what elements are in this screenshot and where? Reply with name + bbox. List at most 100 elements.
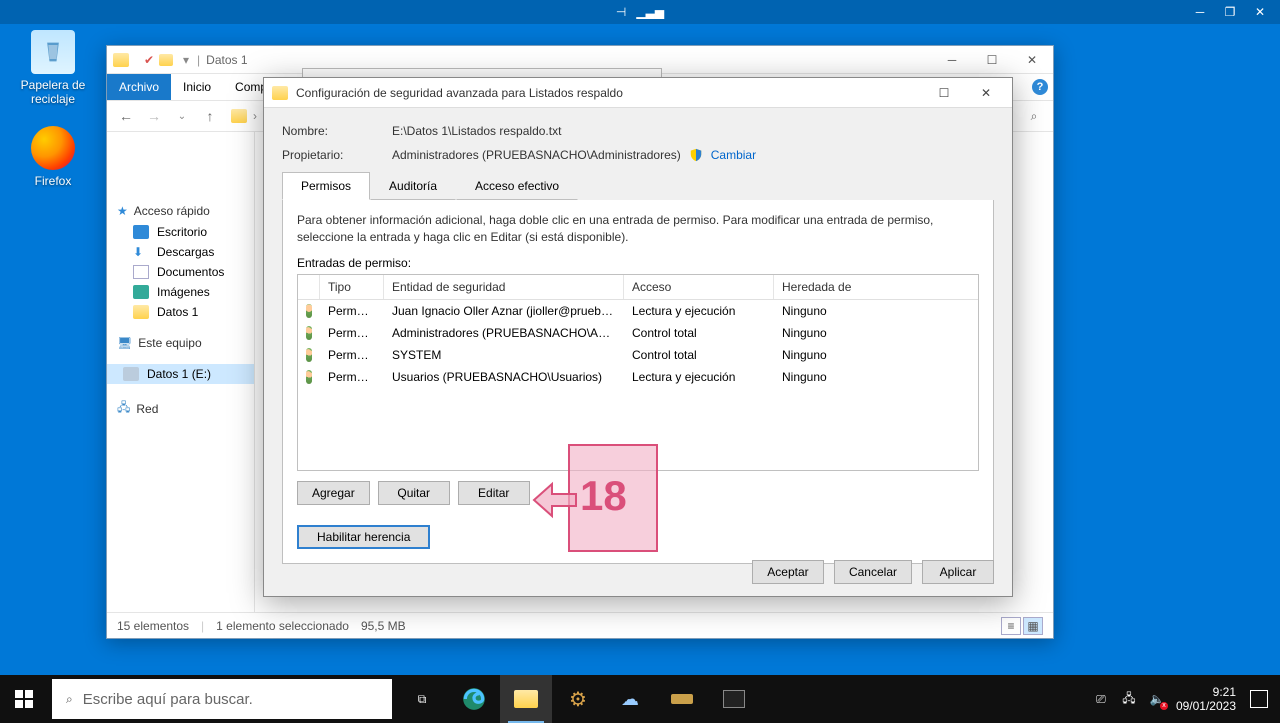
cell-heredada: Ninguno [774, 324, 978, 342]
dialog-titlebar[interactable]: Configuración de seguridad avanzada para… [264, 78, 1012, 108]
sidebar-this-pc[interactable]: 🖥Este equipo [107, 332, 254, 354]
table-row[interactable]: Perm…Juan Ignacio Oller Aznar (jioller@p… [298, 300, 978, 322]
cell-acceso: Lectura y ejecución [624, 368, 774, 386]
explorer-title: Datos 1 [206, 53, 247, 67]
close-icon[interactable]: ✕ [1252, 4, 1268, 20]
name-value: E:\Datos 1\Listados respaldo.txt [392, 124, 561, 138]
cell-heredada: Ninguno [774, 368, 978, 386]
sidebar-network[interactable]: 🖧Red [107, 394, 254, 423]
firefox-shortcut[interactable]: Firefox [16, 126, 90, 188]
signal-icon: ▁▃▅ [636, 5, 664, 19]
search-icon[interactable]: ⌕ [1023, 105, 1045, 127]
cell-acceso: Lectura y ejecución [624, 302, 774, 320]
help-icon[interactable]: ? [1027, 74, 1053, 100]
up-button[interactable]: ↑ [199, 105, 221, 127]
ok-button[interactable]: Aceptar [752, 560, 824, 584]
taskbar-app-3[interactable] [656, 675, 708, 723]
enable-inheritance-button[interactable]: Habilitar herencia [297, 525, 430, 549]
recycle-bin[interactable]: Papelera de reciclaje [16, 30, 90, 106]
address-folder-icon [231, 109, 247, 123]
taskbar-app-2[interactable]: ☁ [604, 675, 656, 723]
taskbar-app-1[interactable]: ⚙ [552, 675, 604, 723]
search-icon: ⌕ [66, 692, 73, 707]
clock-time: 9:21 [1176, 685, 1236, 699]
folder-small-icon[interactable] [159, 54, 173, 66]
close-button[interactable]: ✕ [1017, 49, 1047, 71]
sidebar-drive-e[interactable]: Datos 1 (E:) [107, 364, 254, 384]
maximize-button[interactable]: ☐ [977, 49, 1007, 71]
sidebar-quick-access[interactable]: ★Acceso rápido [107, 200, 254, 222]
table-row[interactable]: Perm…Usuarios (PRUEBASNACHO\Usuarios)Lec… [298, 366, 978, 388]
minimize-button[interactable]: ─ [937, 49, 967, 71]
cell-tipo: Perm… [320, 346, 384, 364]
taskbar-file-explorer[interactable] [500, 675, 552, 723]
view-details-button[interactable]: ≡ [1001, 617, 1021, 635]
remove-button[interactable]: Quitar [378, 481, 450, 505]
recent-dropdown[interactable]: ⌄ [171, 105, 193, 127]
tab-auditoria[interactable]: Auditoría [370, 172, 456, 200]
menu-archivo[interactable]: Archivo [107, 74, 171, 100]
status-size: 95,5 MB [361, 619, 406, 633]
task-view-button[interactable]: ⧉ [396, 675, 448, 723]
taskbar-search[interactable]: ⌕ Escribe aquí para buscar. [52, 679, 392, 719]
cell-entidad: Administradores (PRUEBASNACHO\Admini… [384, 324, 624, 342]
tray-display-icon[interactable]: ⎚ [1092, 690, 1110, 708]
address-chevron-icon[interactable]: › [253, 109, 257, 123]
tray-volume-icon[interactable]: 🔈x [1148, 690, 1166, 708]
dialog-folder-icon [272, 86, 288, 100]
firefox-icon [31, 126, 75, 170]
header-entidad[interactable]: Entidad de seguridad [384, 275, 624, 299]
table-row[interactable]: Perm…SYSTEMControl totalNinguno [298, 344, 978, 366]
sidebar-downloads[interactable]: ⬇Descargas [107, 242, 254, 262]
sidebar-desktop[interactable]: Escritorio [107, 222, 254, 242]
taskbar-clock[interactable]: 9:21 09/01/2023 [1176, 685, 1236, 714]
sidebar-documents[interactable]: Documentos [107, 262, 254, 282]
cell-acceso: Control total [624, 324, 774, 342]
view-icons-button[interactable]: ▦ [1023, 617, 1043, 635]
permissions-table: Tipo Entidad de seguridad Acceso Heredad… [297, 274, 979, 471]
action-center-button[interactable] [1250, 690, 1268, 708]
cancel-button[interactable]: Cancelar [834, 560, 912, 584]
tab-permisos[interactable]: Permisos [282, 172, 370, 200]
header-tipo[interactable]: Tipo [320, 275, 384, 299]
apply-button[interactable]: Aplicar [922, 560, 994, 584]
header-heredada[interactable]: Heredada de [774, 275, 978, 299]
dialog-maximize-button[interactable]: ☐ [926, 82, 962, 104]
maximize-icon[interactable]: ❐ [1222, 4, 1238, 20]
status-count: 15 elementos [117, 619, 189, 633]
users-icon [306, 348, 312, 362]
pin-icon[interactable]: ⊣ [616, 5, 626, 19]
sidebar-datos1[interactable]: Datos 1 [107, 302, 254, 322]
firefox-label: Firefox [16, 174, 90, 188]
owner-value: Administradores (PRUEBASNACHO\Administra… [392, 148, 681, 162]
cell-entidad: Juan Ignacio Oller Aznar (jioller@prueba… [384, 302, 624, 320]
folder-icon [113, 53, 129, 67]
change-owner-link[interactable]: Cambiar [711, 148, 756, 162]
cell-tipo: Perm… [320, 324, 384, 342]
add-button[interactable]: Agregar [297, 481, 370, 505]
advanced-security-dialog: Configuración de seguridad avanzada para… [263, 77, 1013, 597]
search-placeholder: Escribe aquí para buscar. [83, 691, 253, 708]
taskbar-cmd[interactable] [708, 675, 760, 723]
qat-check-icon[interactable]: ✔ [143, 54, 155, 66]
forward-button[interactable]: → [143, 105, 165, 127]
table-row[interactable]: Perm…Administradores (PRUEBASNACHO\Admin… [298, 322, 978, 344]
sidebar-images[interactable]: Imágenes [107, 282, 254, 302]
explorer-statusbar: 15 elementos | 1 elemento seleccionado 9… [107, 612, 1053, 638]
dialog-close-button[interactable]: ✕ [968, 82, 1004, 104]
header-acceso[interactable]: Acceso [624, 275, 774, 299]
minimize-icon[interactable]: ─ [1192, 4, 1208, 20]
cell-tipo: Perm… [320, 368, 384, 386]
tray-network-icon[interactable]: 🖧 [1120, 690, 1138, 708]
menu-inicio[interactable]: Inicio [171, 74, 223, 100]
entries-label: Entradas de permiso: [297, 256, 979, 270]
start-button[interactable] [0, 675, 48, 723]
table-header: Tipo Entidad de seguridad Acceso Heredad… [298, 275, 978, 300]
back-button[interactable]: ← [115, 105, 137, 127]
taskbar-edge[interactable] [448, 675, 500, 723]
cell-tipo: Perm… [320, 302, 384, 320]
edit-button[interactable]: Editar [458, 481, 530, 505]
tab-acceso-efectivo[interactable]: Acceso efectivo [456, 172, 578, 200]
qat-dropdown-icon[interactable]: ▾ [183, 53, 189, 67]
cell-heredada: Ninguno [774, 346, 978, 364]
